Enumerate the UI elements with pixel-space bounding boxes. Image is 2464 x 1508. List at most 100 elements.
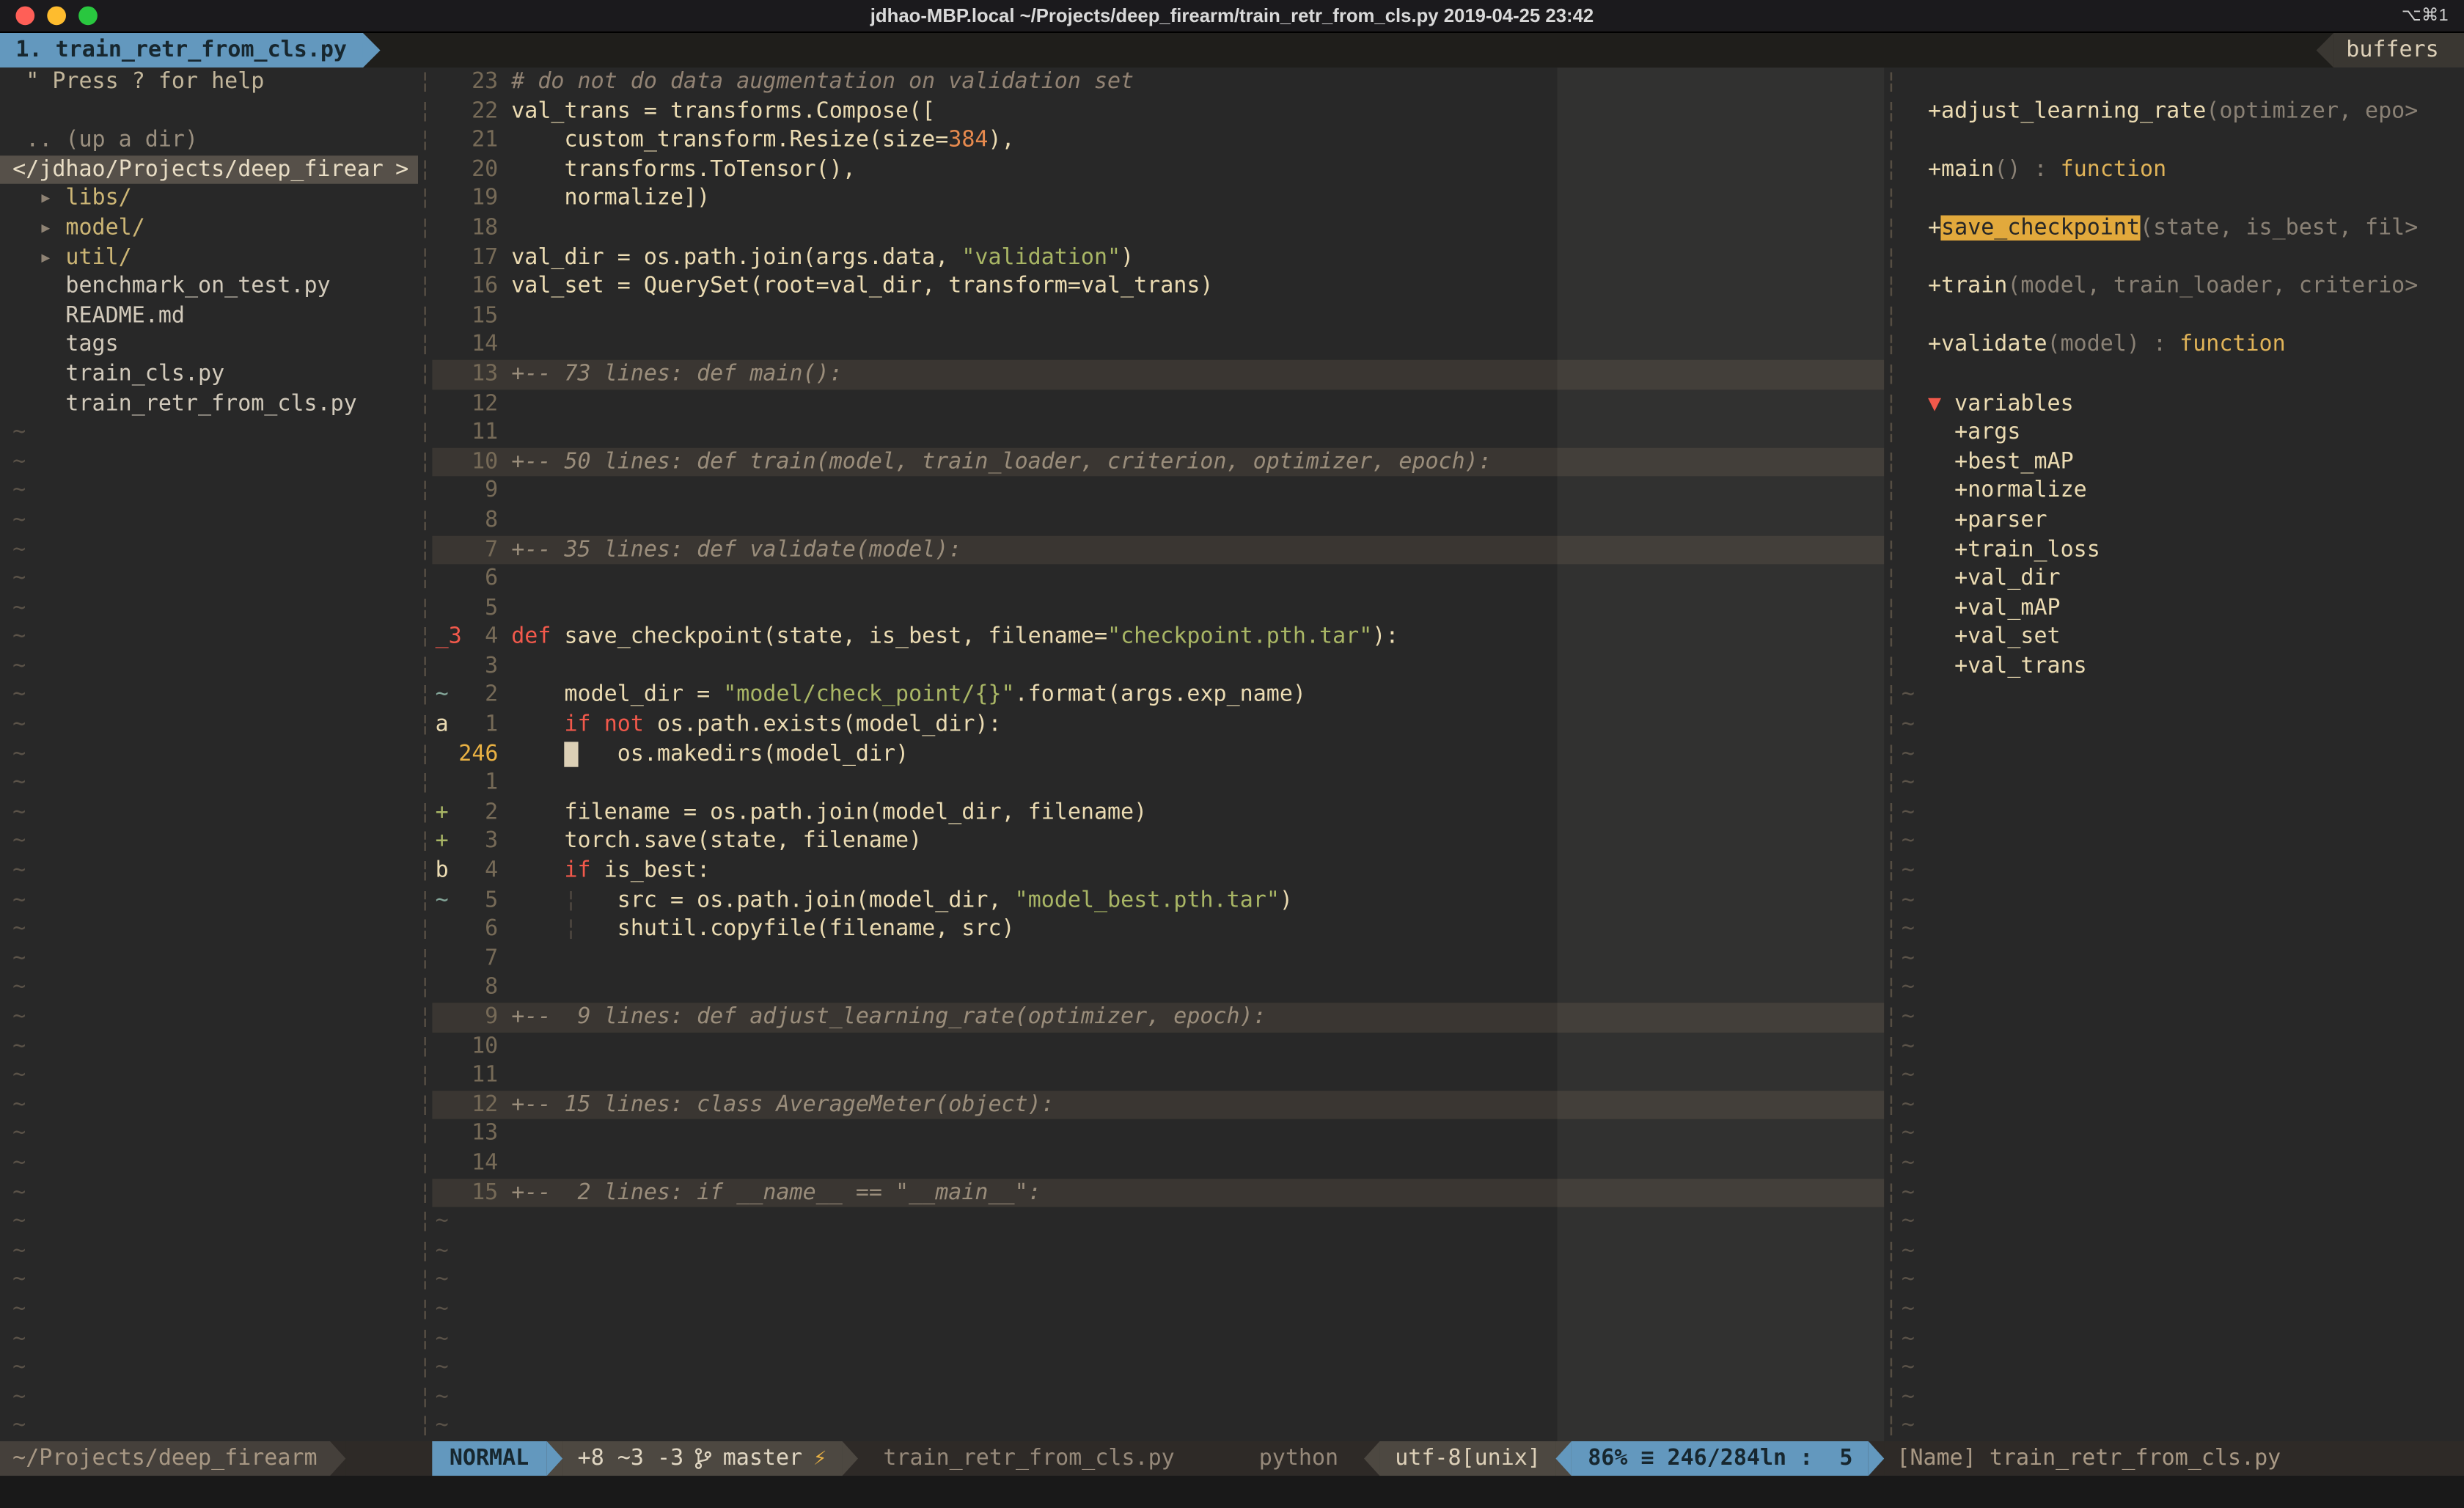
code-line[interactable]: 12: [432, 389, 1884, 418]
code-line[interactable]: 5: [432, 593, 1884, 623]
code-line[interactable]: 17val_dir = os.path.join(args.data, "val…: [432, 243, 1884, 272]
tilde-glyph: ~: [1902, 1033, 1915, 1058]
tag-item[interactable]: +best_mAP: [1902, 447, 2464, 477]
tree-item[interactable]: ▸ model/: [0, 213, 418, 243]
folded-region[interactable]: 10+-- 50 lines: def train(model, train_l…: [432, 447, 1884, 477]
gutter-sign: [432, 185, 458, 214]
line-number: 12: [458, 389, 498, 418]
code-line[interactable]: 20 transforms.ToTensor(),: [432, 155, 1884, 185]
line-number: 5: [458, 593, 498, 623]
tag-item[interactable]: +args: [1902, 418, 2464, 447]
tag-item[interactable]: +val_mAP: [1902, 593, 2464, 623]
code-line[interactable]: 21 custom_transform.Resize(size=384),: [432, 126, 1884, 155]
eof-tilde: ~: [0, 652, 418, 681]
close-button[interactable]: [15, 7, 34, 26]
tag-item[interactable]: +val_set: [1902, 623, 2464, 652]
window-separator-left[interactable]: ¦ ¦ ¦ ¦ ¦ ¦ ¦ ¦ ¦ ¦ ¦ ¦ ¦ ¦ ¦ ¦ ¦ ¦ ¦ ¦ …: [418, 67, 432, 1441]
eof-tilde: ~: [1902, 798, 2464, 827]
tag-item[interactable]: +val_dir: [1902, 564, 2464, 593]
code-line[interactable]: 19 normalize]): [432, 185, 1884, 214]
code-text: [511, 506, 1884, 535]
code-line[interactable]: 8: [432, 506, 1884, 535]
code-line[interactable]: 14: [432, 331, 1884, 360]
folded-region[interactable]: 12+-- 15 lines: class AverageMeter(objec…: [432, 1091, 1884, 1120]
powerline-arrow: [330, 1441, 345, 1476]
code-line[interactable]: 9: [432, 477, 1884, 506]
tag-item[interactable]: +train_loss: [1902, 535, 2464, 565]
code-text: normalize]): [511, 185, 1884, 214]
code-text: [511, 301, 1884, 331]
code-line[interactable]: +3 torch.save(state, filename): [432, 827, 1884, 857]
tree-item[interactable]: benchmark_on_test.py: [0, 272, 418, 301]
code-line[interactable]: 6: [432, 564, 1884, 593]
code-text: if not os.path.exists(model_dir):: [511, 711, 1884, 740]
tilde-glyph: ~: [1902, 858, 1915, 883]
folded-region[interactable]: 15+-- 2 lines: if __name__ == "__main__"…: [432, 1178, 1884, 1207]
tag-item[interactable]: +normalize: [1902, 477, 2464, 506]
text-segment: +-- 73 lines: def main():: [511, 362, 843, 387]
tag-item[interactable]: +val_trans: [1902, 652, 2464, 681]
code-line[interactable]: b4 if is_best:: [432, 857, 1884, 886]
gutter-sign: [432, 67, 458, 97]
tilde-glyph: ~: [12, 1033, 26, 1058]
text-segment: [511, 887, 564, 912]
code-line[interactable]: _34def save_checkpoint(state, is_best, f…: [432, 623, 1884, 652]
code-line[interactable]: 11: [432, 1061, 1884, 1091]
tree-blank-line: [0, 97, 418, 126]
code-line[interactable]: 3: [432, 652, 1884, 681]
code-line[interactable]: 23# do not do data augmentation on valid…: [432, 67, 1884, 97]
code-line[interactable]: 22val_trans = transforms.Compose([: [432, 97, 1884, 126]
line-number: 2: [458, 798, 498, 827]
editor-panel[interactable]: 23# do not do data augmentation on valid…: [432, 67, 1884, 1441]
code-line[interactable]: 6 ¦ shutil.copyfile(filename, src): [432, 915, 1884, 945]
tree-item[interactable]: .. (up a dir): [0, 126, 418, 155]
tag-item[interactable]: +train(model, train_loader, criterio>: [1902, 272, 2464, 301]
code-line[interactable]: 10: [432, 1032, 1884, 1061]
tag-item[interactable]: +save_checkpoint(state, is_best, fil>: [1902, 213, 2464, 243]
tree-item[interactable]: " Press ? for help: [0, 67, 418, 97]
gutter-sign: [432, 301, 458, 331]
line-number: 2: [458, 681, 498, 711]
tag-item[interactable]: +main() : function: [1902, 155, 2464, 185]
code-line[interactable]: +2 filename = os.path.join(model_dir, fi…: [432, 798, 1884, 827]
eof-tilde: ~: [0, 1353, 418, 1383]
tag-item[interactable]: +adjust_learning_rate(optimizer, epo>: [1902, 97, 2464, 126]
tag-item[interactable]: +validate(model) : function: [1902, 331, 2464, 360]
tree-item[interactable]: tags: [0, 331, 418, 360]
folded-region[interactable]: 7+-- 35 lines: def validate(model):: [432, 535, 1884, 565]
code-text: ¦ shutil.copyfile(filename, src): [511, 915, 1884, 945]
code-line[interactable]: 14: [432, 1149, 1884, 1178]
tree-item[interactable]: ▸ util/: [0, 243, 418, 272]
code-line[interactable]: 246 os.makedirs(model_dir): [432, 740, 1884, 769]
code-line[interactable]: ~2 model_dir = "model/check_point/{}".fo…: [432, 681, 1884, 711]
code-line[interactable]: 1: [432, 769, 1884, 798]
code-line[interactable]: 8: [432, 973, 1884, 1003]
code-line[interactable]: 18: [432, 213, 1884, 243]
tree-item[interactable]: train_retr_from_cls.py: [0, 389, 418, 418]
code-line[interactable]: 16val_set = QuerySet(root=val_dir, trans…: [432, 272, 1884, 301]
zoom-button[interactable]: [78, 7, 98, 26]
tree-root[interactable]: </jdhao/Projects/deep_firear>: [0, 155, 418, 185]
traffic-lights: [15, 7, 97, 26]
command-line[interactable]: [0, 1476, 2464, 1508]
code-line[interactable]: 7: [432, 944, 1884, 973]
minimize-button[interactable]: [47, 7, 66, 26]
line-number: 8: [458, 506, 498, 535]
folded-region[interactable]: 9+-- 9 lines: def adjust_learning_rate(o…: [432, 1003, 1884, 1032]
code-line[interactable]: 13: [432, 1120, 1884, 1149]
window-separator-right[interactable]: ¦ ¦ ¦ ¦ ¦ ¦ ¦ ¦ ¦ ¦ ¦ ¦ ¦ ¦ ¦ ¦ ¦ ¦ ¦ ¦ …: [1884, 67, 1898, 1441]
code-line[interactable]: 15: [432, 301, 1884, 331]
tag-item[interactable]: +parser: [1902, 506, 2464, 535]
tree-item[interactable]: README.md: [0, 301, 418, 331]
text-segment: transforms.ToTensor(),: [511, 157, 856, 182]
tag-item[interactable]: ▼ variables: [1902, 389, 2464, 418]
tab-active[interactable]: 1. train_retr_from_cls.py: [0, 33, 362, 67]
code-line[interactable]: 11: [432, 418, 1884, 447]
nerdtree-path: ~/Projects/deep_firearm: [0, 1441, 330, 1476]
folded-region[interactable]: 13+-- 73 lines: def main():: [432, 360, 1884, 389]
tree-item[interactable]: ▸ libs/: [0, 185, 418, 214]
line-number: 16: [458, 272, 498, 301]
code-line[interactable]: a1 if not os.path.exists(model_dir):: [432, 711, 1884, 740]
tree-item[interactable]: train_cls.py: [0, 360, 418, 389]
code-line[interactable]: ~5 ¦ src = os.path.join(model_dir, "mode…: [432, 886, 1884, 915]
